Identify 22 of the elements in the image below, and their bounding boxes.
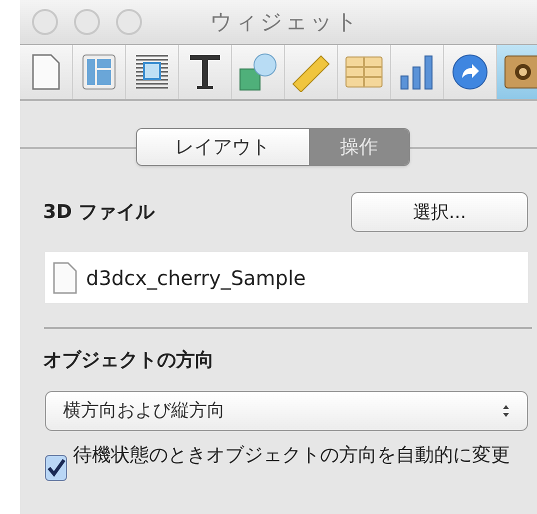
table-icon <box>345 56 383 88</box>
window-title: ウィジェット <box>210 8 360 36</box>
file-name: d3dcx_cherry_Sample <box>86 264 306 292</box>
layout-icon <box>82 54 116 90</box>
stepper-arrows-icon <box>502 404 510 418</box>
arrow-circle-icon <box>451 53 489 91</box>
text-icon <box>188 53 222 91</box>
checkbox-label: 待機状態のときオブジェクトの方向を自動的に変更 <box>73 442 510 468</box>
segment-tab[interactable]: レイアウト <box>136 129 308 165</box>
shapes-icon <box>238 52 278 92</box>
document-icon <box>30 53 62 91</box>
choose-button[interactable]: 選択... <box>351 192 528 232</box>
section-label: オブジェクトの方向 <box>43 348 215 373</box>
checkbox[interactable] <box>45 454 67 480</box>
orientation-popup[interactable]: 横方向および縦方向 <box>45 390 528 430</box>
bar-chart-icon <box>399 54 435 90</box>
toolbar-button[interactable] <box>497 45 537 99</box>
document-icon <box>52 260 78 294</box>
text-wrap-icon <box>135 54 169 90</box>
popup-value: 横方向および縦方向 <box>63 399 225 423</box>
section-label: 3D ファイル <box>43 200 155 225</box>
checkmark-icon <box>46 458 66 478</box>
